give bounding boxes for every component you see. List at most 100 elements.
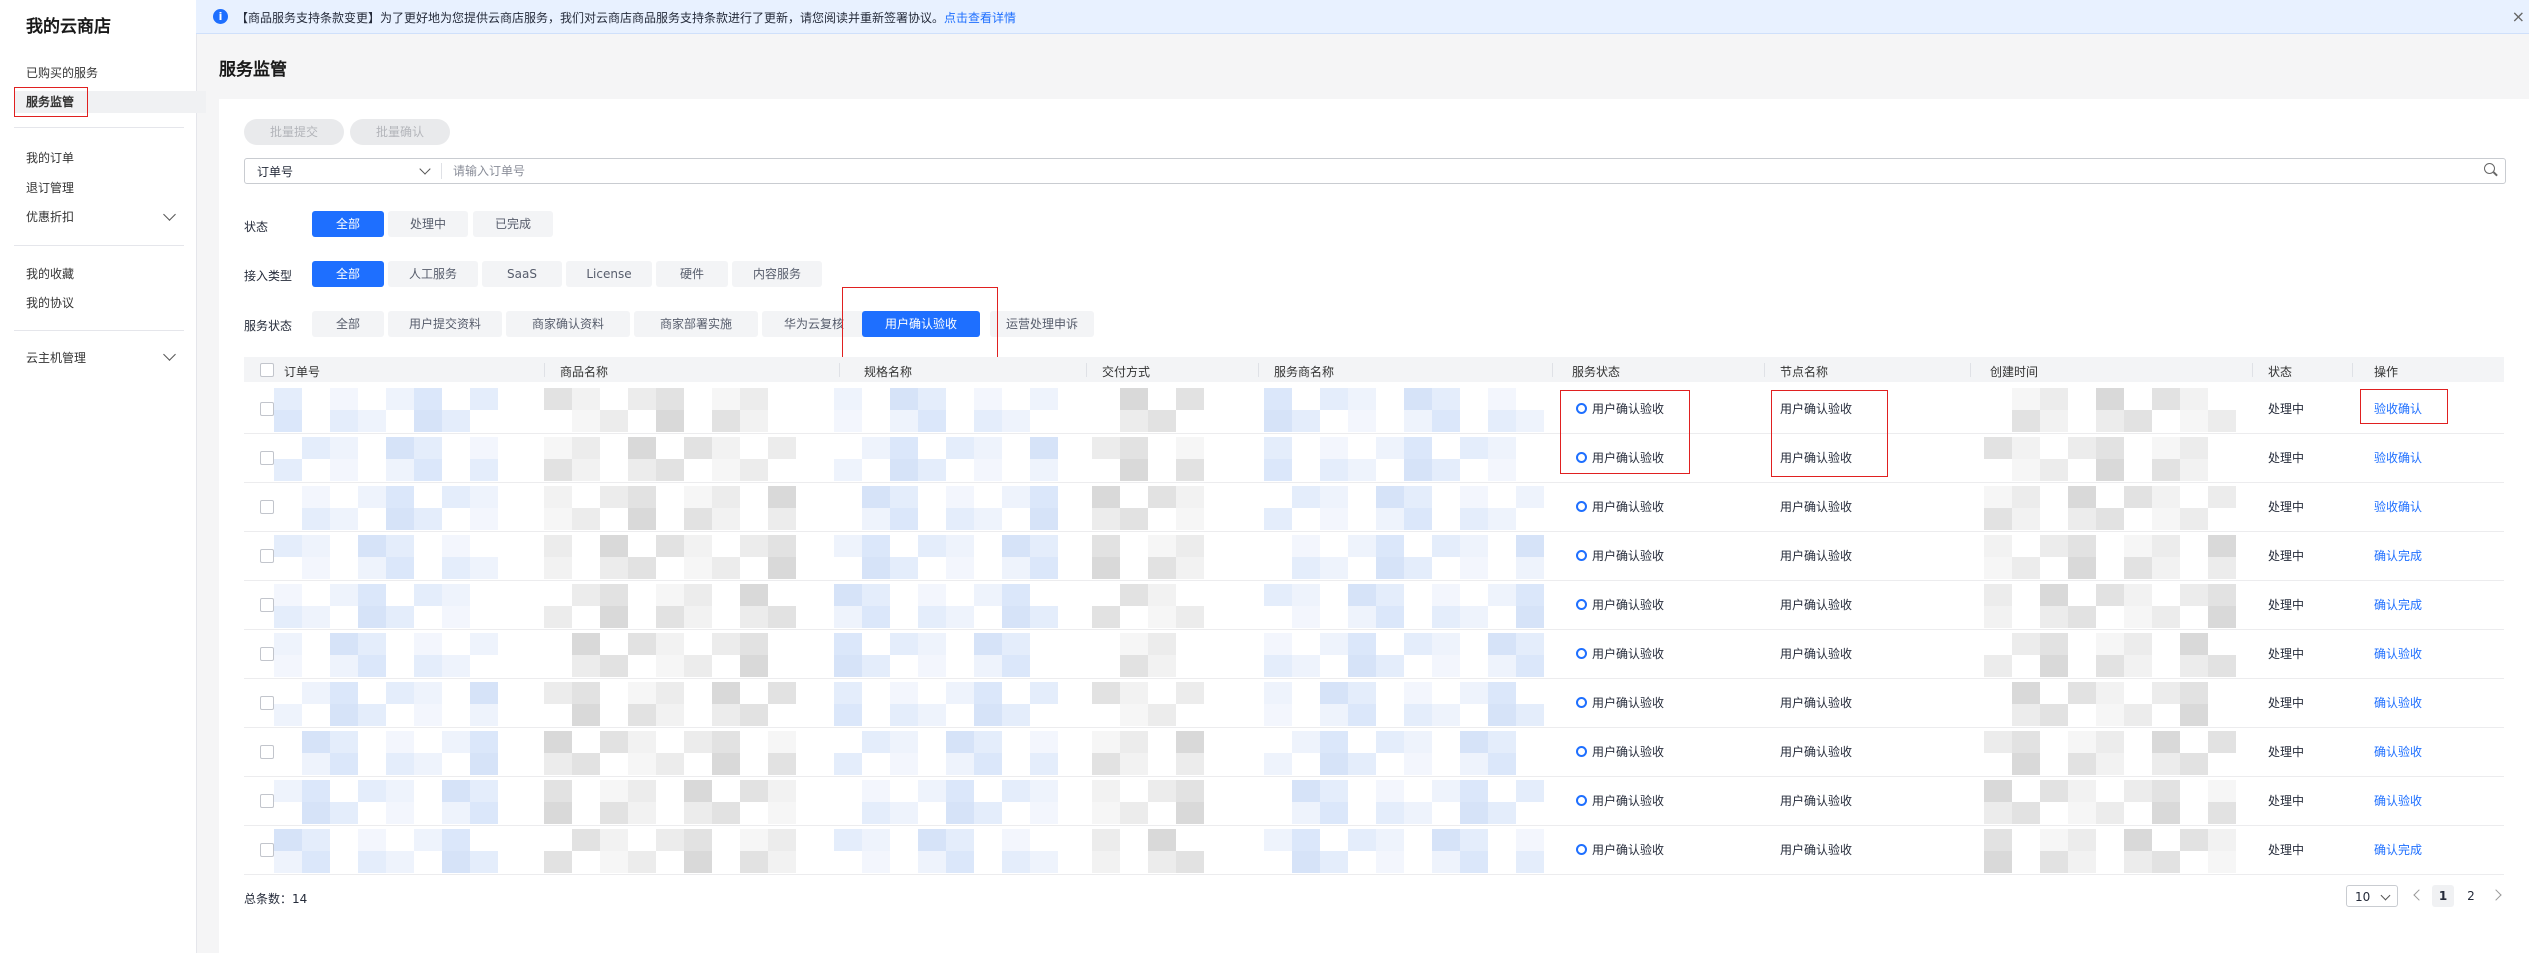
highlight-box xyxy=(14,87,88,117)
sidebar-divider xyxy=(14,245,184,246)
status-chip-completed[interactable]: 已完成 xyxy=(473,211,553,237)
service-chip-appeal[interactable]: 运营处理申诉 xyxy=(990,311,1094,337)
sidebar-item-cloud-host[interactable]: 云主机管理 xyxy=(26,349,86,366)
action-link[interactable]: 确认验收 xyxy=(2374,645,2422,662)
service-chip-merchant-confirm[interactable]: 商家确认资料 xyxy=(506,311,630,337)
redacted-block xyxy=(470,753,498,775)
action-link[interactable]: 验收确认 xyxy=(2374,449,2422,466)
redacted-block xyxy=(1348,410,1376,432)
redacted-block xyxy=(1320,388,1348,410)
row-checkbox[interactable] xyxy=(260,843,274,857)
sidebar-item-unsubscribe[interactable]: 退订管理 xyxy=(26,179,74,196)
access-chip-content[interactable]: 内容服务 xyxy=(732,261,822,287)
action-link[interactable]: 验收确认 xyxy=(2374,498,2422,515)
redacted-block xyxy=(768,606,796,628)
batch-confirm-button[interactable]: 批量确认 xyxy=(350,119,451,145)
row-checkbox[interactable] xyxy=(260,598,274,612)
sidebar-item-favorites[interactable]: 我的收藏 xyxy=(26,265,74,282)
chevron-down-icon[interactable] xyxy=(419,163,431,175)
redacted-block xyxy=(890,633,918,655)
search-field-select[interactable]: 订单号 xyxy=(257,163,293,180)
page-size-select[interactable]: 10 xyxy=(2346,885,2398,907)
redacted-block xyxy=(442,486,470,508)
column-header-delivery: 交付方式 xyxy=(1102,365,1151,379)
sidebar-item-service-supervision[interactable]: 服务监管 xyxy=(14,87,206,117)
redacted-block xyxy=(862,535,890,557)
status-dot-icon xyxy=(1576,746,1587,757)
service-chip-merchant-deploy[interactable]: 商家部署实施 xyxy=(634,311,758,337)
redacted-block xyxy=(1264,584,1292,606)
redacted-block xyxy=(544,851,572,873)
select-all-checkbox[interactable] xyxy=(260,363,274,377)
action-link[interactable]: 确认验收 xyxy=(2374,743,2422,760)
status-chip-all[interactable]: 全部 xyxy=(312,211,384,237)
batch-submit-button[interactable]: 批量提交 xyxy=(244,119,345,145)
row-checkbox[interactable] xyxy=(260,696,274,710)
redacted-block xyxy=(470,557,498,579)
close-icon[interactable]: × xyxy=(2512,7,2525,26)
redacted-block xyxy=(1292,802,1320,824)
status-chip-processing[interactable]: 处理中 xyxy=(388,211,468,237)
redacted-block xyxy=(2012,486,2040,508)
status-cell: 处理中 xyxy=(2268,549,2305,563)
row-checkbox[interactable] xyxy=(260,794,274,808)
sidebar-item-my-orders[interactable]: 我的订单 xyxy=(26,149,74,166)
row-checkbox[interactable] xyxy=(260,549,274,563)
access-chip-hardware[interactable]: 硬件 xyxy=(656,261,728,287)
redacted-block xyxy=(1148,535,1176,557)
redacted-block xyxy=(2096,437,2124,459)
redacted-block xyxy=(2124,704,2152,726)
row-checkbox[interactable] xyxy=(260,647,274,661)
redacted-block xyxy=(628,486,656,508)
action-link[interactable]: 确认验收 xyxy=(2374,792,2422,809)
redacted-block xyxy=(1488,753,1516,775)
redacted-block xyxy=(1120,437,1148,459)
search-input[interactable] xyxy=(451,161,2445,181)
redacted-block xyxy=(740,655,768,677)
access-chip-all[interactable]: 全部 xyxy=(312,261,384,287)
action-link[interactable]: 验收确认 xyxy=(2374,400,2422,417)
service-chip-user-submit[interactable]: 用户提交资料 xyxy=(388,311,502,337)
service-chip-huawei-review[interactable]: 华为云复核 xyxy=(762,311,866,337)
row-checkbox[interactable] xyxy=(260,500,274,514)
redacted-block xyxy=(1120,459,1148,481)
redacted-block xyxy=(414,508,442,530)
page-number-2[interactable]: 2 xyxy=(2460,885,2482,907)
sidebar-item-purchased-services[interactable]: 已购买的服务 xyxy=(26,64,98,81)
action-link[interactable]: 确认完成 xyxy=(2374,841,2422,858)
row-checkbox[interactable] xyxy=(260,402,274,416)
redacted-block xyxy=(862,731,890,753)
redacted-block xyxy=(712,682,740,704)
chevron-down-icon[interactable] xyxy=(163,348,176,361)
column-divider xyxy=(1258,363,1259,377)
service-chip-user-acceptance[interactable]: 用户确认验收 xyxy=(862,311,980,337)
sidebar-item-agreements[interactable]: 我的协议 xyxy=(26,294,74,311)
row-checkbox[interactable] xyxy=(260,745,274,759)
redacted-block xyxy=(918,633,946,655)
action-link[interactable]: 确认完成 xyxy=(2374,596,2422,613)
redacted-block xyxy=(1432,780,1460,802)
service-chip-all[interactable]: 全部 xyxy=(312,311,384,337)
redacted-block xyxy=(470,704,498,726)
action-link[interactable]: 确认完成 xyxy=(2374,547,2422,564)
search-icon[interactable] xyxy=(2484,163,2495,174)
access-chip-saas[interactable]: SaaS xyxy=(482,261,562,287)
redacted-block xyxy=(1120,584,1148,606)
page-number-1[interactable]: 1 xyxy=(2432,885,2454,907)
redacted-block xyxy=(890,437,918,459)
redacted-block xyxy=(1488,410,1516,432)
redacted-block xyxy=(974,437,1002,459)
redacted-block xyxy=(1030,753,1058,775)
redacted-block xyxy=(544,486,572,508)
redacted-block xyxy=(862,829,890,851)
action-link[interactable]: 确认验收 xyxy=(2374,694,2422,711)
redacted-block xyxy=(834,459,862,481)
redacted-block xyxy=(1176,388,1204,410)
redacted-block xyxy=(2040,606,2068,628)
redacted-block xyxy=(600,557,628,579)
banner-link[interactable]: 点击查看详情 xyxy=(944,11,1016,25)
access-chip-license[interactable]: License xyxy=(566,261,652,287)
row-checkbox[interactable] xyxy=(260,451,274,465)
access-chip-manual[interactable]: 人工服务 xyxy=(388,261,478,287)
redacted-block xyxy=(1002,851,1030,873)
